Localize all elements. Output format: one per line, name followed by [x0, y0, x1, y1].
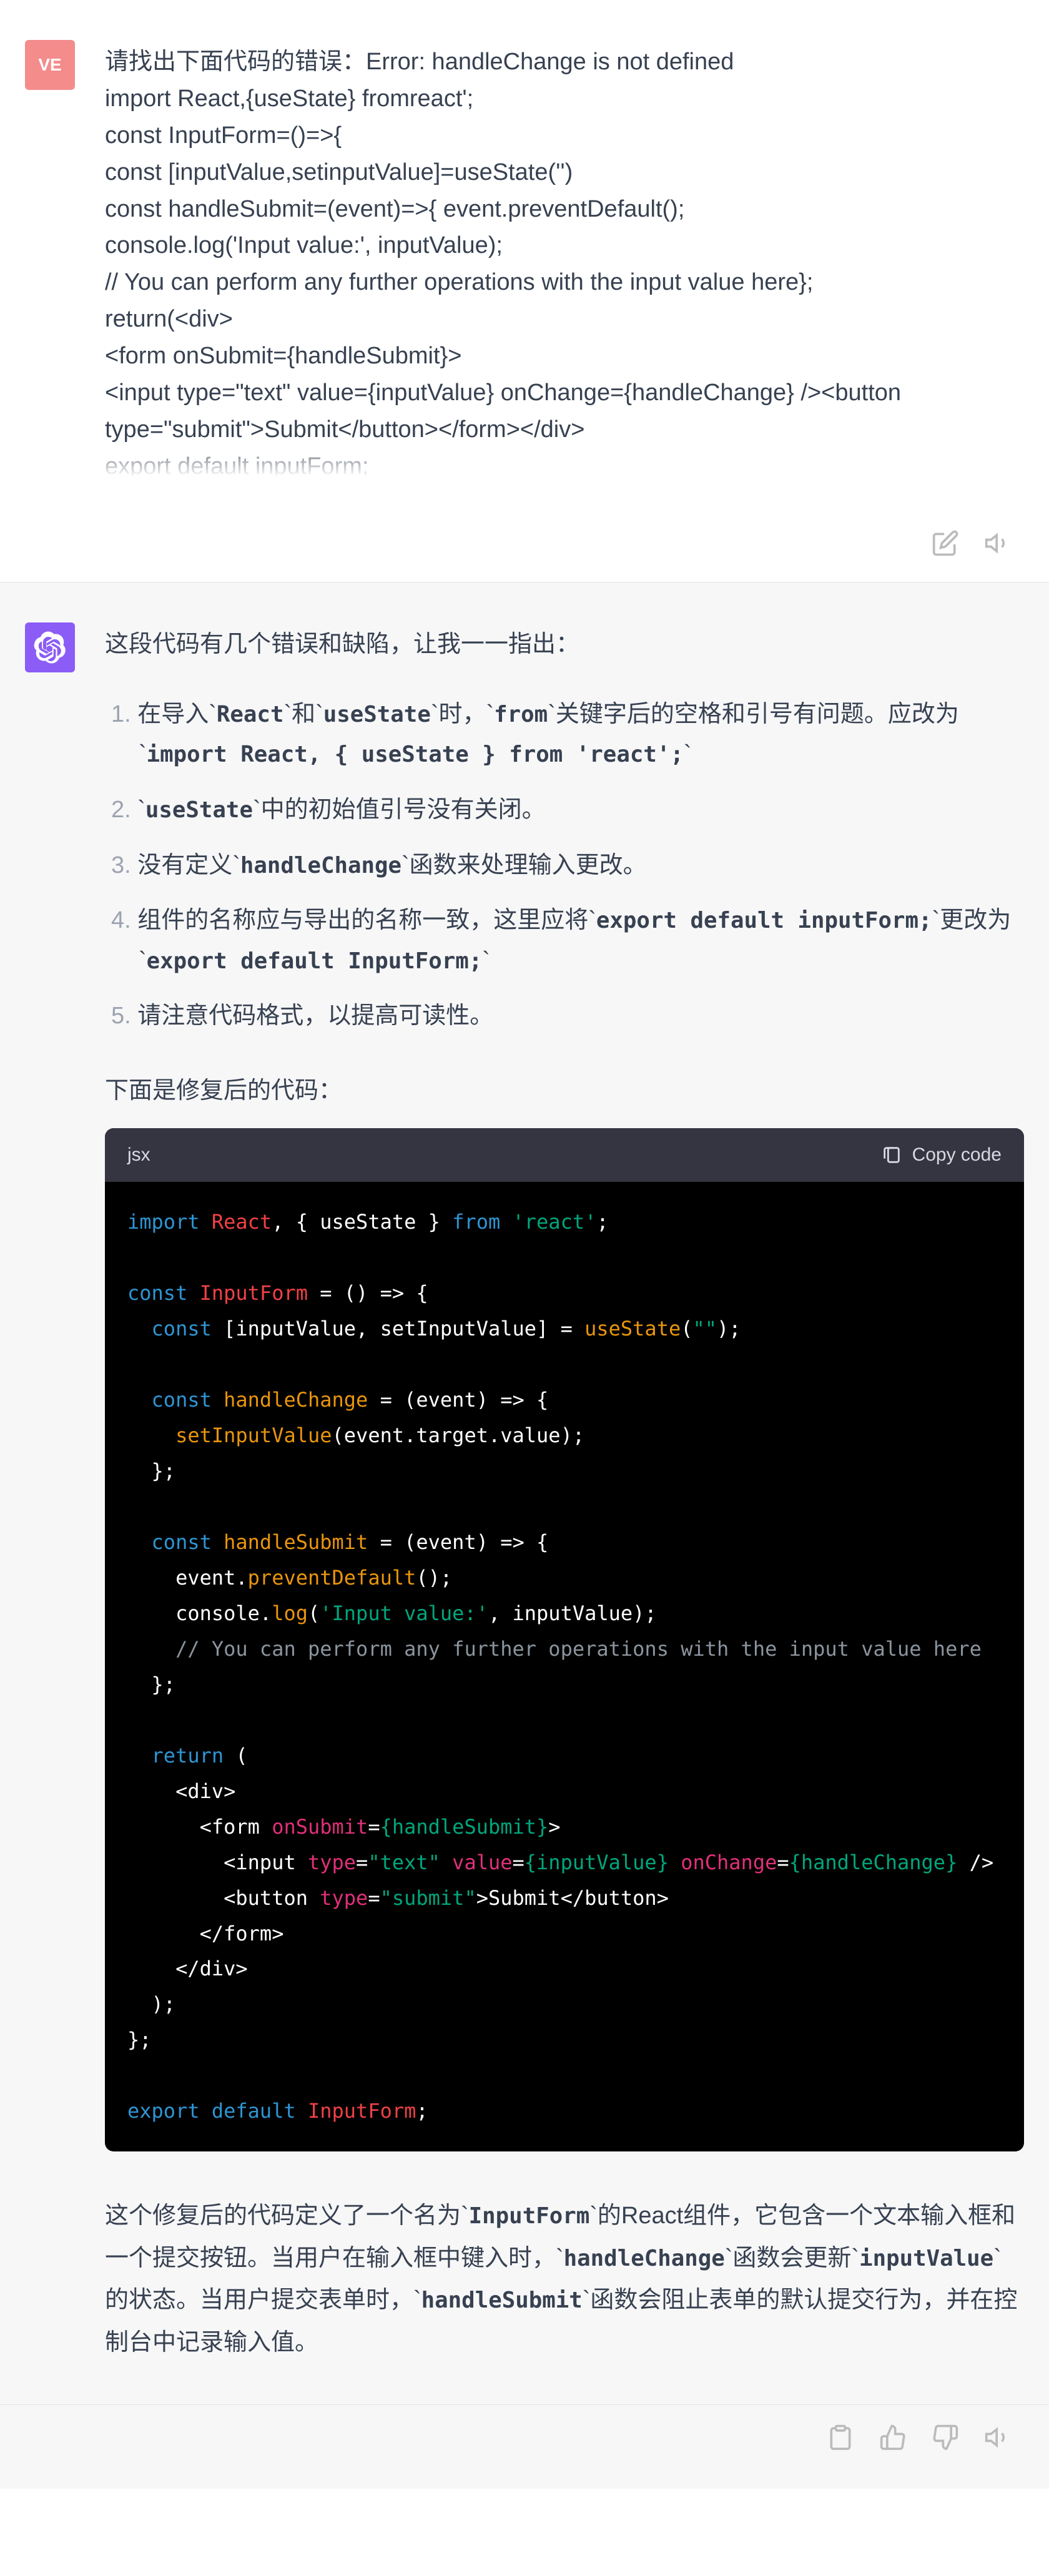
code-block: jsx Copy code import React, { useState }… — [105, 1128, 1024, 2151]
code-header: jsx Copy code — [105, 1128, 1024, 1182]
code-content: import React, { useState } from 'react';… — [105, 1182, 1024, 2151]
clipboard-icon — [881, 1144, 902, 1166]
speaker-icon[interactable] — [984, 529, 1012, 557]
explanation-text: 这个修复后的代码定义了一个名为`InputForm`的React组件，它包含一个… — [105, 2195, 1024, 2364]
thumbs-up-icon[interactable] — [879, 2424, 907, 2451]
point-2: `useState`中的初始值引号没有关闭。 — [126, 790, 1024, 830]
edit-icon[interactable] — [932, 529, 959, 557]
point-3: 没有定义`handleChange`函数来处理输入更改。 — [126, 845, 1024, 886]
assistant-content: 这段代码有几个错误和缺陷，让我一一指出： 在导入`React`和`useStat… — [105, 622, 1024, 2364]
point-4: 组件的名称应与导出的名称一致，这里应将`export default input… — [126, 900, 1024, 981]
user-text: 请找出下面代码的错误：Error: handleChange is not de… — [105, 40, 1024, 477]
intro-text: 这段代码有几个错误和缺陷，让我一一指出： — [105, 626, 1024, 663]
assistant-actions — [0, 2405, 1049, 2489]
copy-code-button[interactable]: Copy code — [881, 1141, 1002, 1170]
point-1: 在导入`React`和`useState`时，`from`关键字后的空格和引号有… — [126, 694, 1024, 775]
code-subhead: 下面是修复后的代码： — [105, 1073, 1024, 1109]
clipboard-icon[interactable] — [827, 2424, 854, 2451]
speaker-icon[interactable] — [984, 2424, 1012, 2451]
points-list: 在导入`React`和`useState`时，`from`关键字后的空格和引号有… — [99, 694, 1024, 1036]
user-avatar: VE — [25, 40, 75, 90]
user-actions — [0, 517, 1049, 582]
point-5: 请注意代码格式，以提高可读性。 — [126, 996, 1024, 1036]
assistant-message: 这段代码有几个错误和缺陷，让我一一指出： 在导入`React`和`useStat… — [0, 582, 1049, 2405]
assistant-avatar — [25, 622, 75, 672]
user-message: VE 请找出下面代码的错误：Error: handleChange is not… — [0, 0, 1049, 517]
thumbs-down-icon[interactable] — [932, 2424, 959, 2451]
code-lang-label: jsx — [127, 1141, 150, 1170]
